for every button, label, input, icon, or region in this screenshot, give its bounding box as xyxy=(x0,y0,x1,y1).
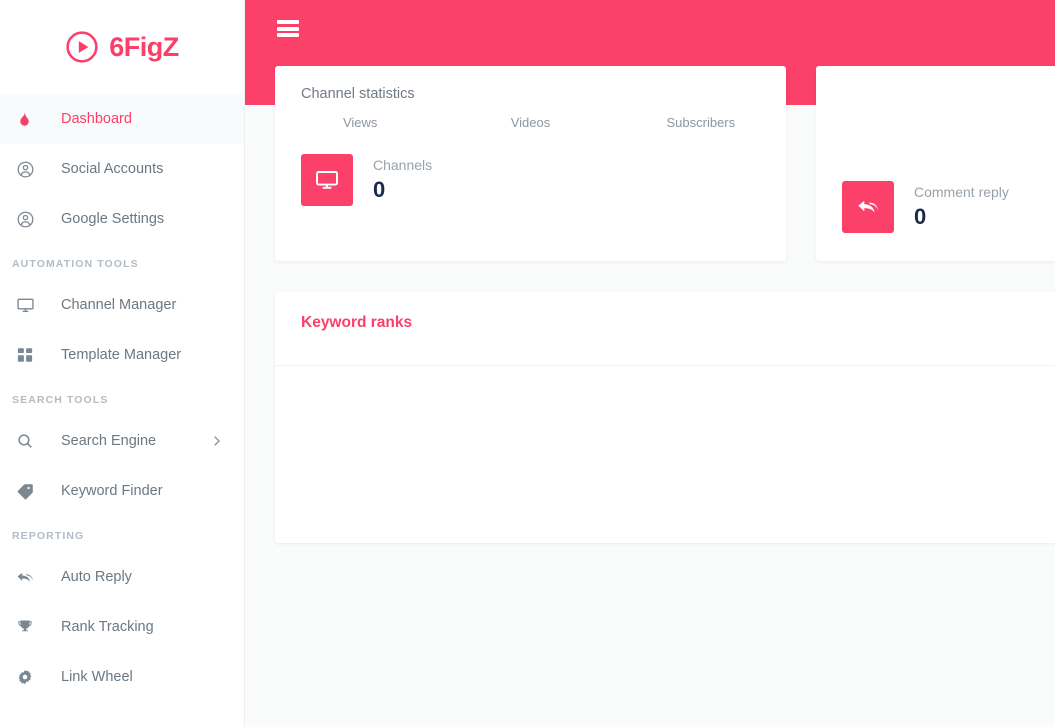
user-circle-icon xyxy=(16,160,44,179)
brand-name: 6FigZ xyxy=(109,31,179,62)
chevron-right-icon xyxy=(209,434,224,449)
sidebar-item-label: Search Engine xyxy=(61,433,157,449)
monitor-icon xyxy=(301,154,353,206)
comment-reply-stat-tile: Comment reply 0 xyxy=(816,66,1055,233)
sidebar-item-label: Google Settings xyxy=(61,211,165,227)
sidebar-section-label: AUTOMATION TOOLS xyxy=(12,258,139,270)
reply-all-icon xyxy=(842,181,894,233)
play-circle-icon xyxy=(65,30,99,64)
card-title: Channel statistics xyxy=(301,86,415,102)
sidebar-item-search-engine[interactable]: Search Engine xyxy=(0,416,244,466)
reply-all-icon xyxy=(16,568,44,587)
sidebar-item-dashboard[interactable]: Dashboard xyxy=(0,94,244,144)
sidebar: 6FigZ Dashboard Social Accounts Google S… xyxy=(0,0,245,727)
stat-value: 0 xyxy=(373,177,386,203)
card-title: Keyword ranks xyxy=(301,314,413,331)
sidebar-group-search-tools: SEARCH TOOLS Search Engine Keyword Finde… xyxy=(0,380,244,516)
column-header-subscribers: Subscribers xyxy=(666,115,736,130)
sidebar-item-label: Dashboard xyxy=(61,111,132,127)
comment-reply-card: Comment reply 0 xyxy=(816,66,1055,261)
sidebar-section-label: SEARCH TOOLS xyxy=(12,394,109,406)
stat-label: Channels xyxy=(373,156,433,173)
sidebar-item-channel-manager[interactable]: Channel Manager xyxy=(0,280,244,330)
user-circle-icon xyxy=(16,210,44,229)
keyword-ranks-card: Keyword ranks xyxy=(275,292,1055,543)
hamburger-bar xyxy=(277,20,299,24)
flame-icon xyxy=(16,111,44,128)
column-header-videos: Videos xyxy=(510,115,551,130)
hamburger-bar xyxy=(277,33,299,37)
sidebar-item-label: Channel Manager xyxy=(61,297,177,313)
sidebar-group-main: Dashboard Social Accounts Google Setting… xyxy=(0,94,244,244)
sidebar-group-automation-tools: AUTOMATION TOOLS Channel Manager Templat… xyxy=(0,244,244,380)
sidebar-item-label: Link Wheel xyxy=(61,669,133,685)
sidebar-item-auto-reply[interactable]: Auto Reply xyxy=(0,552,244,602)
stat-value: 0 xyxy=(914,204,927,230)
sidebar-item-keyword-finder[interactable]: Keyword Finder xyxy=(0,466,244,516)
column-header-views: Views xyxy=(342,115,378,130)
grid-icon xyxy=(16,346,44,364)
search-icon xyxy=(16,432,44,450)
channel-statistics-card: Channel statistics Views Videos Subscrib… xyxy=(275,66,786,261)
hamburger-bar xyxy=(277,26,299,31)
sidebar-item-label: Rank Tracking xyxy=(61,619,154,635)
sidebar-item-label: Auto Reply xyxy=(61,569,132,585)
sidebar-item-label: Keyword Finder xyxy=(61,483,163,499)
sidebar-item-label: Social Accounts xyxy=(61,161,164,177)
channels-stat-text: Channels 0 xyxy=(373,157,432,204)
sidebar-group-reporting: REPORTING Auto Reply Rank Tracking Link … xyxy=(0,516,244,702)
sidebar-item-label: Template Manager xyxy=(61,347,182,363)
monitor-icon xyxy=(16,296,44,315)
sidebar-section-label: REPORTING xyxy=(12,530,85,542)
tag-icon xyxy=(16,482,44,501)
hamburger-menu-icon[interactable] xyxy=(277,20,299,37)
dashboard-page: 6FigZ Dashboard Social Accounts Google S… xyxy=(0,0,1055,727)
sidebar-item-link-wheel[interactable]: Link Wheel xyxy=(0,652,244,702)
trophy-icon xyxy=(16,618,44,636)
gear-icon xyxy=(16,668,44,686)
brand-logo[interactable]: 6FigZ xyxy=(0,0,244,94)
sidebar-item-rank-tracking[interactable]: Rank Tracking xyxy=(0,602,244,652)
card-divider xyxy=(275,365,1055,366)
comment-reply-stat-text: Comment reply 0 xyxy=(914,184,1009,231)
channels-stat-tile: Channels 0 xyxy=(275,130,786,206)
sidebar-item-template-manager[interactable]: Template Manager xyxy=(0,330,244,380)
channel-statistics-columns: Views Videos Subscribers xyxy=(275,102,786,130)
stat-label: Comment reply xyxy=(914,183,1009,200)
sidebar-item-google-settings[interactable]: Google Settings xyxy=(0,194,244,244)
sidebar-item-social-accounts[interactable]: Social Accounts xyxy=(0,144,244,194)
